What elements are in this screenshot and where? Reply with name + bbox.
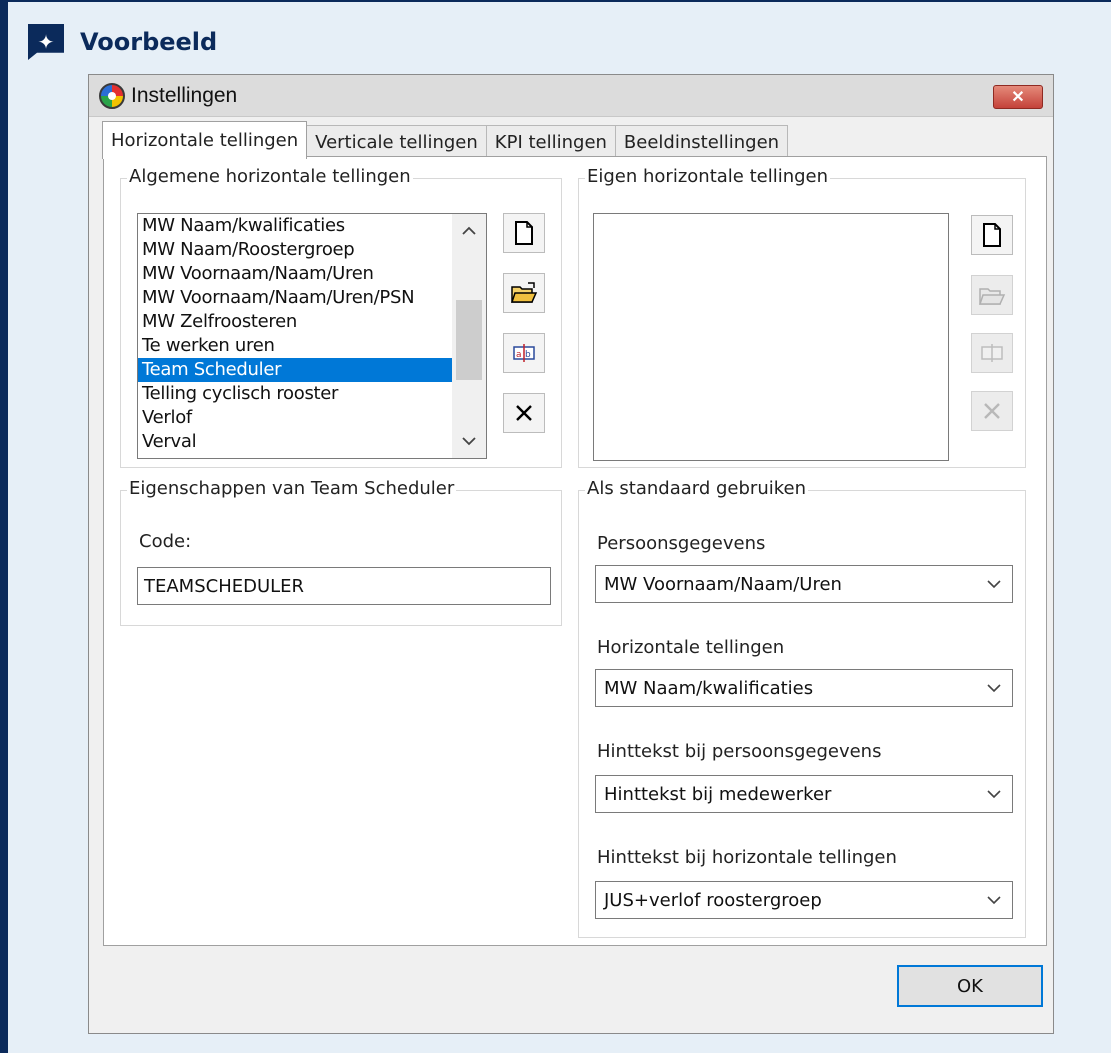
open-own-button[interactable] <box>971 275 1013 315</box>
settings-dialog: Instellingen ✕ Horizontale tellingen Ver… <box>88 74 1054 1034</box>
list-item[interactable]: MW Naam/kwalificaties <box>138 214 486 238</box>
properties-group: Eigenschappen van Team Scheduler Code: T… <box>120 478 562 626</box>
callout-title: Voorbeeld <box>80 28 218 56</box>
persoonsgegevens-value: MW Voornaam/Naam/Uren <box>604 573 842 595</box>
general-counts-list[interactable]: MW Naam/kwalificaties MW Naam/Roostergroe… <box>137 213 487 459</box>
list-item[interactable]: Verlof <box>138 406 486 430</box>
scroll-thumb[interactable] <box>456 300 482 380</box>
hint-horizontale-tellingen-label: Hinttekst bij horizontale tellingen <box>597 847 897 868</box>
tab-horizontale-tellingen[interactable]: Horizontale tellingen <box>102 121 308 159</box>
own-counts-label: Eigen horizontale tellingen <box>585 166 831 187</box>
hint-persoonsgegevens-select[interactable]: Hinttekst bij medewerker <box>595 775 1013 813</box>
own-counts-list[interactable] <box>593 213 949 461</box>
callout-header: ✦ Voorbeeld <box>28 24 218 60</box>
own-counts-group: Eigen horizontale tellingen <box>578 166 1026 468</box>
list-item[interactable]: Team Scheduler <box>138 358 486 382</box>
hint-horizontale-tellingen-select[interactable]: JUS+verlof roostergroep <box>595 881 1013 919</box>
open-folder-icon <box>978 288 1006 305</box>
persoonsgegevens-label: Persoonsgegevens <box>597 533 766 554</box>
hint-persoonsgegevens-value: Hinttekst bij medewerker <box>604 783 832 805</box>
horizontale-tellingen-label: Horizontale tellingen <box>597 637 785 658</box>
open-general-button[interactable] <box>503 273 545 313</box>
horizontale-tellingen-value: MW Naam/kwalificaties <box>604 677 814 699</box>
list-item[interactable]: Verval <box>138 430 486 454</box>
defaults-label: Als standaard gebruiken <box>585 478 809 499</box>
properties-label: Eigenschappen van Team Scheduler <box>127 478 457 499</box>
tab-strip: Horizontale tellingen Verticale tellinge… <box>102 121 789 159</box>
delete-general-button[interactable] <box>503 393 545 433</box>
delete-own-button[interactable] <box>971 391 1013 431</box>
rename-own-button[interactable] <box>971 333 1013 373</box>
window-title: Instellingen <box>131 83 238 107</box>
horizontale-tellingen-select[interactable]: MW Naam/kwalificaties <box>595 669 1013 707</box>
list-item[interactable]: Telling cyclisch rooster <box>138 382 486 406</box>
new-own-button[interactable] <box>971 215 1013 255</box>
list-item[interactable]: MW Voornaam/Naam/Uren/PSN <box>138 286 486 310</box>
app-icon <box>99 82 125 109</box>
tab-kpi-tellingen[interactable]: KPI tellingen <box>485 125 616 159</box>
list-item[interactable]: MW Voornaam/Naam/Uren <box>138 262 486 286</box>
close-button[interactable]: ✕ <box>993 85 1043 109</box>
scroll-down-icon[interactable] <box>452 428 486 456</box>
chevron-down-icon <box>987 896 1001 905</box>
hint-horizontale-tellingen-value: JUS+verlof roostergroep <box>604 889 822 911</box>
new-document-icon <box>515 221 533 245</box>
rename-general-button[interactable]: ab <box>503 333 545 373</box>
rename-icon: ab <box>513 344 535 362</box>
scroll-up-icon[interactable] <box>452 218 486 246</box>
hint-persoonsgegevens-label: Hinttekst bij persoonsgegevens <box>597 741 882 762</box>
chevron-down-icon <box>987 580 1001 589</box>
delete-icon <box>516 405 532 421</box>
tab-verticale-tellingen[interactable]: Verticale tellingen <box>306 125 487 159</box>
tab-panel: Algemene horizontale tellingen MW Naam/k… <box>103 156 1047 946</box>
delete-icon <box>984 403 1000 419</box>
general-counts-group: Algemene horizontale tellingen MW Naam/k… <box>120 166 562 468</box>
defaults-group: Als standaard gebruiken Persoonsgegevens… <box>578 478 1026 938</box>
code-field[interactable]: TEAMSCHEDULER <box>137 567 551 605</box>
list-item[interactable]: Te werken uren <box>138 334 486 358</box>
new-general-button[interactable] <box>503 213 545 253</box>
persoonsgegevens-select[interactable]: MW Voornaam/Naam/Uren <box>595 565 1013 603</box>
svg-text:a: a <box>516 350 522 360</box>
chevron-down-icon <box>987 684 1001 693</box>
tab-beeldinstellingen[interactable]: Beeldinstellingen <box>614 125 789 159</box>
rename-icon <box>981 344 1003 362</box>
list-item[interactable]: MW Naam/Roostergroep <box>138 238 486 262</box>
title-bar: Instellingen ✕ <box>89 75 1053 117</box>
code-label: Code: <box>139 531 192 552</box>
svg-text:b: b <box>525 350 531 360</box>
list-scrollbar[interactable] <box>452 214 486 458</box>
open-folder-icon <box>510 282 538 303</box>
chevron-down-icon <box>987 790 1001 799</box>
sparkle-icon: ✦ <box>28 24 64 60</box>
list-item[interactable]: MW Zelfroosteren <box>138 310 486 334</box>
new-document-icon <box>983 223 1001 247</box>
ok-button[interactable]: OK <box>897 965 1043 1007</box>
general-counts-label: Algemene horizontale tellingen <box>127 166 413 187</box>
